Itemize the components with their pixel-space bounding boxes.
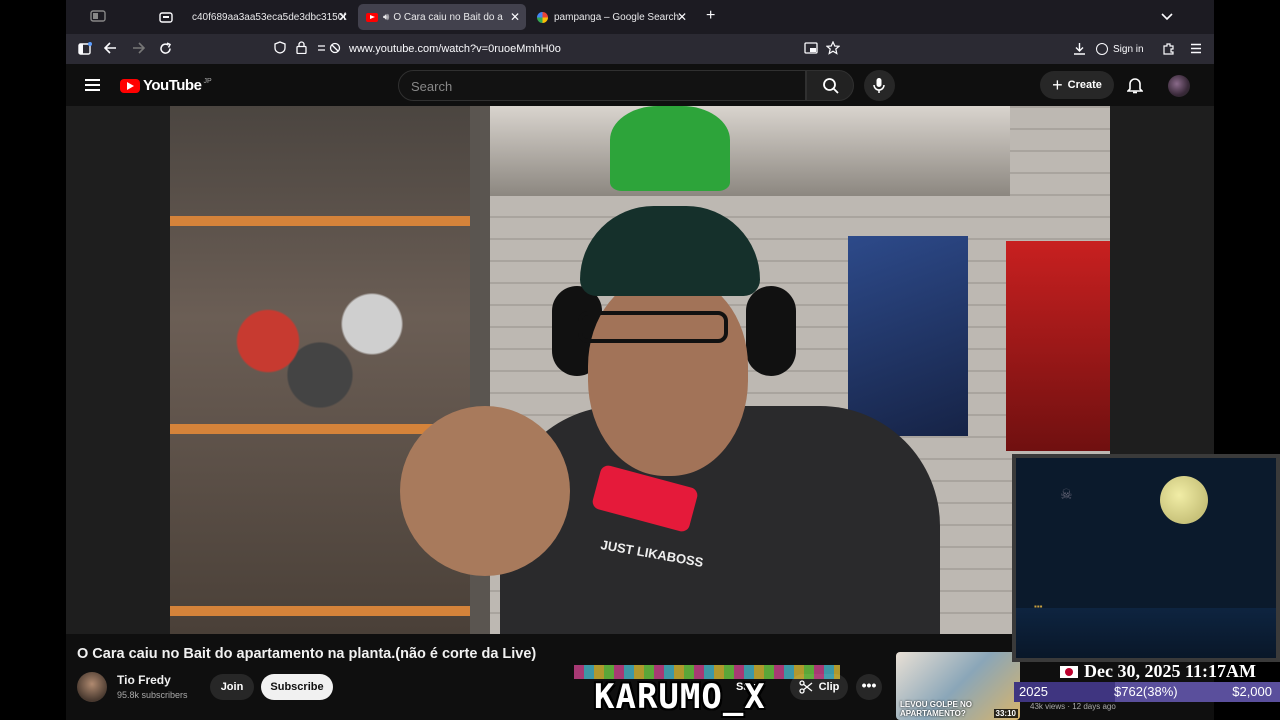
permissions-icon[interactable] <box>317 42 341 57</box>
youtube-header: YouTube JP Search + Create <box>66 64 1214 106</box>
desktop-background <box>1214 0 1280 454</box>
create-button[interactable]: + Create <box>1040 71 1114 99</box>
speaker-icon[interactable]: 🔊︎ <box>383 12 389 23</box>
account-avatar[interactable] <box>1168 75 1190 97</box>
toy-shelf <box>170 106 470 634</box>
new-tab-button[interactable]: + <box>706 8 715 24</box>
japan-flag-icon <box>1060 665 1078 678</box>
person-face <box>588 276 748 476</box>
channel-name[interactable]: Tio Fredy <box>117 673 171 687</box>
forward-icon[interactable] <box>132 42 146 56</box>
glasses <box>578 311 728 343</box>
subscribe-button[interactable]: Subscribe <box>261 674 333 700</box>
reload-icon[interactable] <box>159 42 172 57</box>
url-text[interactable]: www.youtube.com/watch?v=0ruoeMmhH0o <box>349 43 561 55</box>
search-icon <box>823 78 839 94</box>
shelf-plank <box>170 606 470 616</box>
account-icon <box>1096 43 1108 55</box>
recommended-video-meta: 43k views · 12 days ago <box>1030 702 1116 711</box>
sign-in-button[interactable]: Sign in <box>1096 41 1144 57</box>
thanos-poster <box>848 236 968 436</box>
microphone-icon <box>873 78 885 93</box>
tab-label: c40f689aa3aa53eca5de3dbc3150f <box>192 11 346 23</box>
deadpool-poster <box>1006 241 1110 451</box>
guide-menu-icon[interactable] <box>85 79 100 91</box>
donation-goal-bar: 2025 $762(38%) $2,000 <box>1014 682 1280 702</box>
youtube-favicon-icon <box>366 12 378 22</box>
menu-icon[interactable] <box>1190 43 1202 56</box>
pointing-hand <box>400 406 570 576</box>
sidebar-toggle-icon[interactable] <box>90 10 106 24</box>
banner-text: KARUMO_X <box>594 677 766 717</box>
subscriber-count: 95.8k subscribers <box>117 690 188 700</box>
search-button[interactable] <box>806 70 854 101</box>
video-frame: JUST LIKABOSS <box>170 106 1110 634</box>
notifications-bell-icon[interactable] <box>1126 76 1144 99</box>
tab-manager-icon[interactable] <box>159 10 173 25</box>
region-code: JP <box>203 77 212 85</box>
downloads-icon[interactable] <box>1073 42 1086 57</box>
shelf-plank <box>170 216 470 226</box>
extensions-icon[interactable] <box>1162 42 1175 57</box>
google-favicon-icon <box>537 11 548 23</box>
close-tab-icon[interactable]: ✕ <box>510 10 520 24</box>
video-duration: 33:10 <box>993 709 1018 718</box>
tab-youtube-video[interactable]: 🔊︎ O Cara caiu no Bait do apar ✕ <box>358 4 526 30</box>
top-shelf <box>490 106 1010 196</box>
datetime-overlay: Dec 30, 2025 11:17AM <box>1060 661 1256 682</box>
goal-amount: $2,000 <box>1232 684 1272 699</box>
headset-right <box>746 286 796 376</box>
navigation-bar: www.youtube.com/watch?v=0ruoeMmhH0o Sign… <box>66 34 1214 64</box>
back-icon[interactable] <box>103 42 117 56</box>
action-figures <box>190 256 450 426</box>
youtube-play-icon <box>120 78 140 93</box>
hulk-figure <box>610 106 730 191</box>
recommended-video-thumbnail[interactable]: LEVOU GOLPE NO APARTAMENTO? 33:10 <box>896 652 1020 720</box>
voice-search-button[interactable] <box>864 70 895 101</box>
chevron-down-icon[interactable] <box>1161 10 1173 23</box>
tab-label: pampanga – Google Search <box>554 11 680 23</box>
tab-google-search[interactable]: pampanga – Google Search ✕ <box>529 4 693 30</box>
streamer-banner: KARUMO_X <box>574 665 840 720</box>
goal-year: 2025 <box>1019 684 1048 699</box>
video-title: O Cara caiu no Bait do apartamento na pl… <box>77 646 537 662</box>
pixel-art-overlay: ☠ ▪▪▪ <box>1012 454 1280 662</box>
address-bar[interactable]: www.youtube.com/watch?v=0ruoeMmhH0o <box>266 38 986 60</box>
sea <box>1016 608 1276 658</box>
moon <box>1160 476 1208 524</box>
youtube-logo[interactable]: YouTube JP <box>120 77 212 94</box>
datetime-text: Dec 30, 2025 11:17AM <box>1084 661 1256 681</box>
tab-label: O Cara caiu no Bait do apar <box>393 11 503 23</box>
bookmark-star-icon[interactable] <box>825 40 841 58</box>
tab-bar: c40f689aa3aa53eca5de3dbc3150f ✕ 🔊︎ O Car… <box>66 0 1214 34</box>
search-input[interactable]: Search <box>398 70 806 101</box>
skull-icon: ☠ <box>1060 486 1073 502</box>
sign-in-label: Sign in <box>1113 43 1144 55</box>
tab-hash[interactable]: c40f689aa3aa53eca5de3dbc3150f ✕ <box>184 4 354 30</box>
more-actions-button[interactable]: ••• <box>856 674 882 700</box>
channel-avatar[interactable] <box>77 672 107 702</box>
close-tab-icon[interactable]: ✕ <box>677 10 687 24</box>
close-tab-icon[interactable]: ✕ <box>338 10 348 24</box>
sidebar-icon[interactable] <box>78 42 92 57</box>
picture-in-picture-icon[interactable] <box>804 42 818 58</box>
shield-icon[interactable] <box>274 41 286 57</box>
lock-icon[interactable] <box>296 41 307 57</box>
join-button[interactable]: Join <box>210 674 254 700</box>
ship-lights: ▪▪▪ <box>1034 602 1043 611</box>
logo-text: YouTube <box>143 77 202 94</box>
plus-icon: + <box>1052 74 1063 95</box>
goal-progress: $762(38%) <box>1114 684 1178 699</box>
create-label: Create <box>1067 79 1102 91</box>
